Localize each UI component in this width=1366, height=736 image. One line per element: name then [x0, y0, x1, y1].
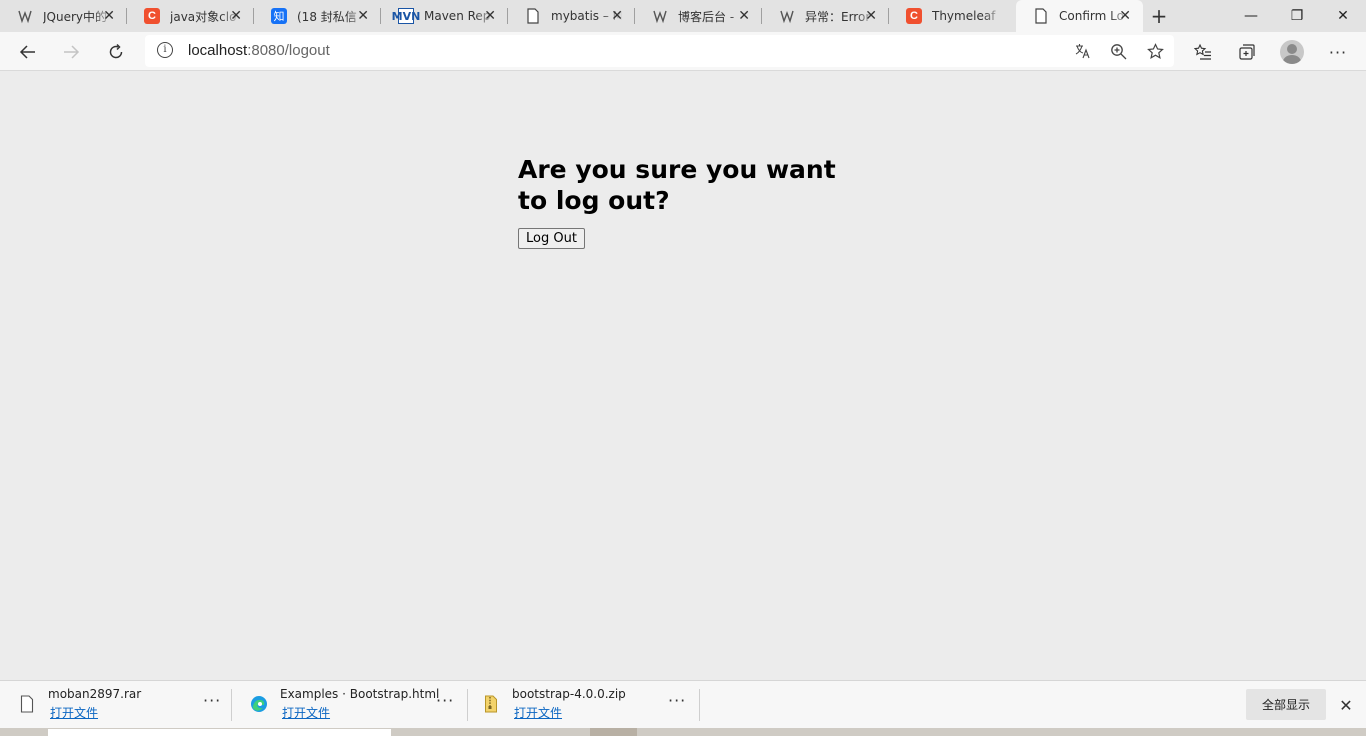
close-icon[interactable]: ✕	[1334, 693, 1358, 717]
more-icon: ···	[1328, 42, 1348, 62]
zip-icon	[484, 695, 498, 713]
zhihu-icon: 知	[271, 8, 287, 24]
restore-icon[interactable]: ❐	[1274, 0, 1320, 32]
tab-confirm-logout[interactable]: Confirm Lo ✕	[1016, 0, 1143, 32]
close-icon[interactable]: ✕	[738, 8, 750, 24]
settings-more-button[interactable]: ···	[1322, 36, 1354, 68]
browser-toolbar: i localhost:8080/logout ···	[0, 32, 1366, 71]
close-icon[interactable]: ✕	[865, 8, 877, 24]
refresh-icon	[109, 43, 123, 59]
tab-title: Thymeleaf	[932, 9, 996, 23]
tab-exception[interactable]: 异常：Error ✕	[762, 0, 889, 32]
page-content: Are you sure you want to log out? Log Ou…	[0, 72, 1366, 680]
open-file-link[interactable]: 打开文件	[50, 704, 98, 721]
csdn-icon: C	[144, 8, 160, 24]
url-text[interactable]: localhost:8080/logout	[188, 42, 330, 59]
close-icon[interactable]: ✕	[484, 8, 496, 24]
favorites-button[interactable]	[1187, 36, 1219, 68]
close-icon[interactable]: ✕	[611, 8, 623, 24]
more-icon[interactable]: ···	[436, 691, 454, 710]
tab-blog-admin[interactable]: 博客后台 - ✕	[635, 0, 762, 32]
divider	[231, 689, 232, 721]
taskbar	[0, 728, 1366, 736]
refresh-button[interactable]	[100, 36, 132, 68]
download-filename: moban2897.rar	[48, 687, 142, 701]
download-filename: Examples · Bootstrap.html	[280, 687, 440, 701]
download-item[interactable]: bootstrap-4.0.0.zip 打开文件 ···	[468, 681, 700, 729]
logout-button[interactable]: Log Out	[518, 228, 585, 249]
blog-icon	[17, 8, 33, 24]
page-icon	[1033, 8, 1049, 24]
downloads-bar: moban2897.rar 打开文件 ··· Examples · Bootst…	[0, 680, 1366, 728]
download-item[interactable]: Examples · Bootstrap.html 打开文件 ···	[236, 681, 468, 729]
info-icon[interactable]: i	[157, 42, 173, 58]
tab-java[interactable]: C java对象clo ✕	[127, 0, 254, 32]
close-icon[interactable]: ✕	[1119, 8, 1131, 24]
close-icon[interactable]: ✕	[357, 8, 369, 24]
page-title: Are you sure you want to log out?	[518, 155, 836, 215]
favorite-star-icon[interactable]	[1143, 39, 1167, 63]
collections-button[interactable]	[1231, 36, 1263, 68]
tab-zhihu[interactable]: 知 (18 封私信 ✕	[254, 0, 381, 32]
minimize-icon[interactable]: —	[1228, 0, 1274, 32]
taskbar-search-box[interactable]	[48, 729, 391, 736]
more-icon[interactable]: ···	[668, 691, 686, 710]
tab-thymeleaf[interactable]: C Thymeleaf	[889, 0, 1016, 32]
page-icon	[525, 8, 541, 24]
window-close-icon[interactable]: ✕	[1320, 0, 1366, 32]
url-path: :8080/logout	[247, 42, 330, 59]
tab-maven[interactable]: MVN Maven Rep ✕	[381, 0, 508, 32]
more-icon[interactable]: ···	[203, 691, 221, 710]
new-tab-button[interactable]: +	[1143, 0, 1175, 32]
download-filename: bootstrap-4.0.0.zip	[512, 687, 626, 701]
address-bar[interactable]: i localhost:8080/logout	[145, 35, 1174, 67]
tab-mybatis[interactable]: mybatis – M ✕	[508, 0, 635, 32]
blog-icon	[779, 8, 795, 24]
arrow-left-icon	[19, 45, 35, 59]
forward-button[interactable]	[55, 36, 87, 68]
download-item[interactable]: moban2897.rar 打开文件 ···	[0, 681, 232, 729]
divider	[699, 689, 700, 721]
close-icon[interactable]: ✕	[103, 8, 115, 24]
taskbar-item[interactable]	[590, 728, 637, 736]
zoom-icon[interactable]	[1106, 39, 1130, 63]
translate-icon[interactable]	[1070, 39, 1094, 63]
tab-jquery[interactable]: JQuery中的 ✕	[0, 0, 127, 32]
show-all-button[interactable]: 全部显示	[1246, 689, 1326, 720]
edge-icon	[250, 695, 268, 713]
csdn-icon: C	[906, 8, 922, 24]
arrow-right-icon	[64, 45, 80, 59]
mvn-icon: MVN	[391, 8, 421, 24]
open-file-link[interactable]: 打开文件	[514, 704, 562, 721]
url-host: localhost	[188, 42, 248, 59]
back-button[interactable]	[12, 36, 44, 68]
close-icon[interactable]: ✕	[230, 8, 242, 24]
collections-icon	[1239, 44, 1255, 60]
open-file-link[interactable]: 打开文件	[282, 704, 330, 721]
tab-strip: JQuery中的 ✕ C java对象clo ✕ 知 (18 封私信 ✕ MVN…	[0, 0, 1366, 32]
blog-icon	[652, 8, 668, 24]
file-icon	[20, 695, 34, 713]
avatar[interactable]	[1280, 40, 1304, 64]
favorites-list-icon	[1194, 43, 1211, 60]
